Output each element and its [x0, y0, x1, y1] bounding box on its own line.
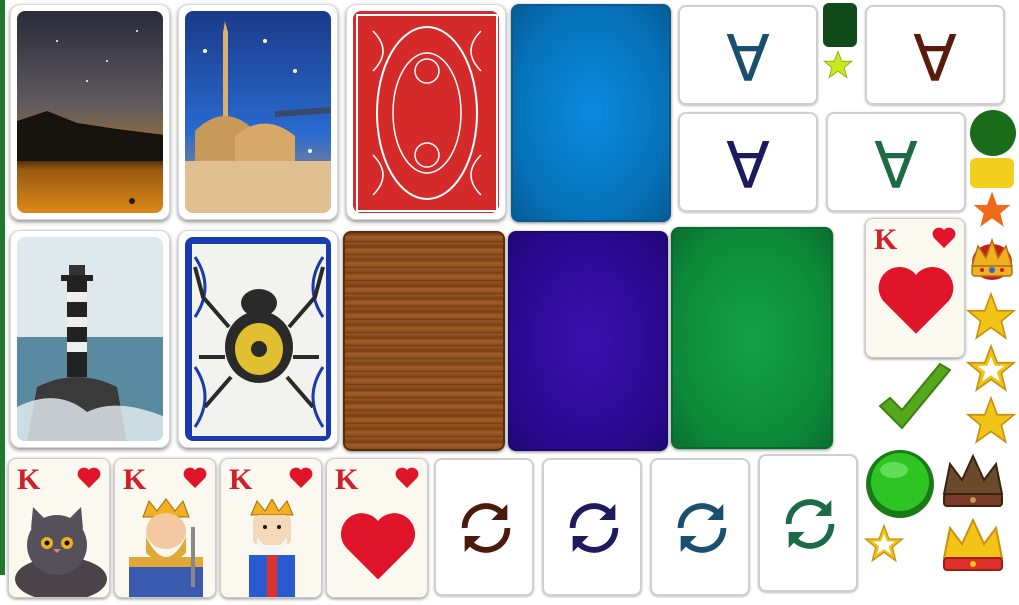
yellow-rectangle-icon[interactable] — [970, 158, 1014, 188]
heart-suit-icon — [183, 467, 207, 489]
heart-suit-icon — [289, 467, 313, 489]
table-color-purple[interactable] — [508, 231, 668, 451]
background-photo-lighthouse[interactable] — [10, 230, 170, 448]
orange-star-icon[interactable] — [972, 190, 1012, 230]
king-card-cartoon[interactable]: K — [220, 458, 322, 598]
card-back-blue-spider[interactable] — [178, 230, 338, 448]
ace-slot-green[interactable]: A — [826, 112, 966, 212]
ace-slot-teal[interactable]: A — [678, 5, 818, 105]
king-card-cat[interactable]: K — [8, 458, 110, 598]
king-letter: K — [17, 463, 41, 496]
gold-star-icon[interactable] — [966, 396, 1016, 446]
refresh-slot-green[interactable] — [758, 454, 858, 592]
dark-green-square-icon[interactable] — [823, 3, 857, 47]
gold-outline-star-icon[interactable] — [966, 344, 1016, 394]
king-card-minimal[interactable]: K — [326, 458, 428, 598]
ace-letter: A — [874, 125, 918, 199]
king-letter: K — [123, 463, 147, 496]
bronze-crown-icon[interactable] — [940, 450, 1006, 512]
refresh-icon — [454, 496, 518, 560]
big-heart-icon — [876, 265, 956, 337]
refresh-slot-brown[interactable] — [434, 458, 534, 596]
night-sky-image — [17, 11, 163, 213]
cartoon-king-illustration — [241, 499, 303, 597]
refresh-icon — [778, 492, 842, 556]
card-back-red-ornate[interactable] — [346, 4, 506, 220]
red-ornate-pattern — [353, 11, 499, 213]
ace-letter: A — [726, 18, 770, 92]
king-card-classic[interactable]: K — [114, 458, 216, 598]
king-letter: K — [335, 463, 359, 496]
heart-suit-icon — [395, 467, 419, 489]
table-color-wood[interactable] — [343, 231, 505, 451]
king-letter: K — [874, 223, 898, 256]
outline-star-icon[interactable] — [864, 524, 904, 564]
refresh-icon — [670, 496, 734, 560]
refresh-slot-navy[interactable] — [542, 458, 642, 596]
ace-letter: A — [913, 18, 957, 92]
lighthouse-image — [17, 237, 163, 441]
blue-spider-pattern — [185, 237, 331, 441]
background-photo-night-sky[interactable] — [10, 4, 170, 220]
heart-suit-icon — [932, 227, 956, 249]
cat-king-illustration — [11, 499, 109, 597]
background-photo-mosque[interactable] — [178, 4, 338, 220]
mosque-image — [185, 11, 331, 213]
jeweled-crown-icon[interactable] — [968, 232, 1016, 284]
heart-suit-icon — [77, 467, 101, 489]
table-color-green[interactable] — [671, 227, 833, 449]
refresh-slot-teal[interactable] — [650, 458, 750, 596]
green-button-icon[interactable] — [864, 448, 936, 520]
big-heart-icon — [339, 511, 417, 583]
ace-letter: A — [726, 125, 770, 199]
table-color-blue[interactable] — [511, 4, 671, 222]
ace-slot-navy[interactable]: A — [678, 112, 818, 212]
refresh-icon — [562, 496, 626, 560]
gold-crown-icon[interactable] — [940, 514, 1006, 576]
king-letter: K — [229, 463, 253, 496]
small-yellow-star-icon[interactable] — [822, 50, 854, 80]
ace-slot-brown[interactable]: A — [865, 5, 1005, 105]
king-card-big-heart[interactable]: K — [865, 218, 965, 358]
checkmark-icon[interactable] — [874, 362, 956, 442]
gold-star-icon[interactable] — [966, 292, 1016, 342]
green-circle-icon[interactable] — [970, 110, 1016, 156]
left-edge-bar — [0, 0, 5, 575]
classic-king-illustration — [119, 497, 213, 597]
